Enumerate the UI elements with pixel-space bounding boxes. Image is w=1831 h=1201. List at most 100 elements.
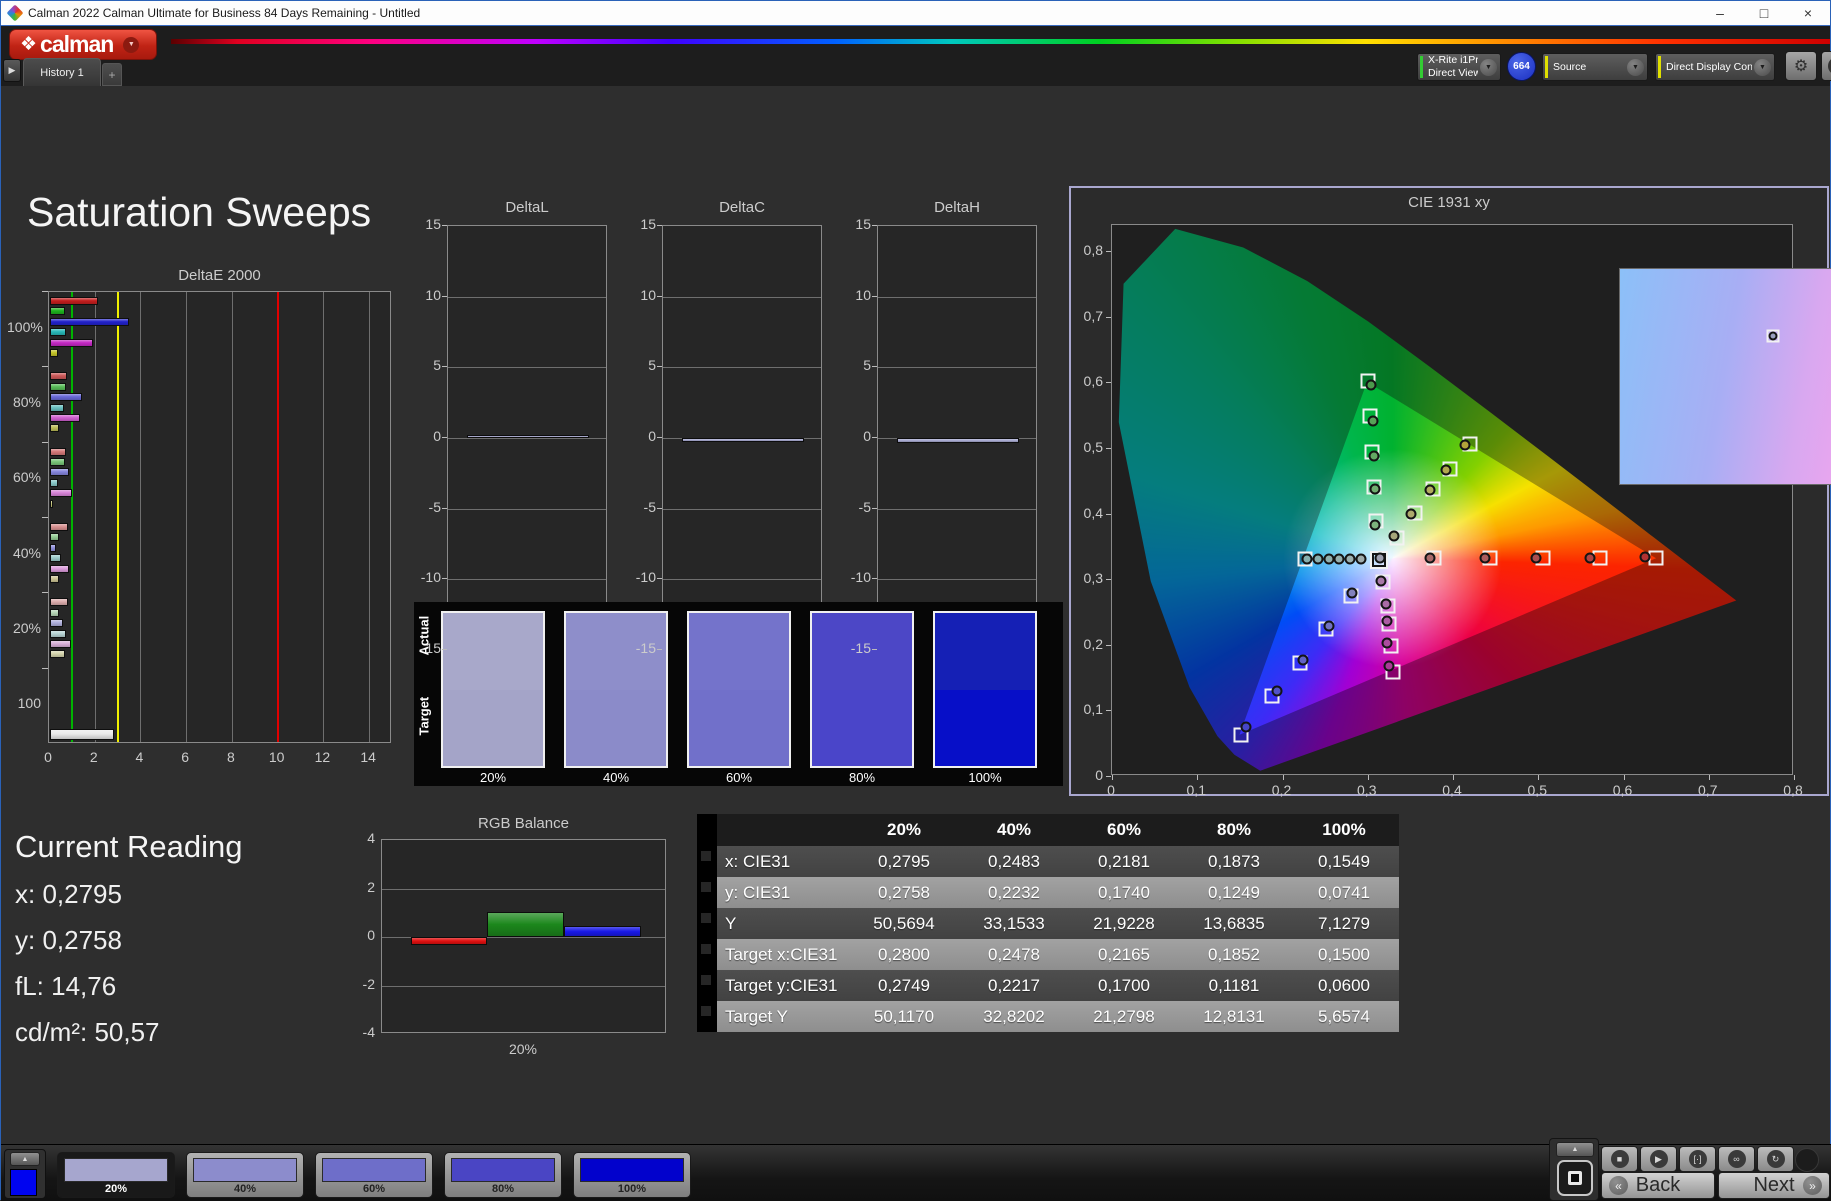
tab-history-1[interactable]: History 1 bbox=[23, 58, 101, 86]
window-pattern-icon bbox=[1568, 1171, 1582, 1185]
table-cell: 0,2749 bbox=[878, 975, 930, 995]
cie-measure-marker bbox=[1639, 551, 1651, 563]
deltae-bar bbox=[50, 317, 129, 326]
cie-measure-marker bbox=[1424, 484, 1436, 496]
table-gutter-cell bbox=[701, 851, 711, 861]
bottom-toolbar: ▲ ▲ « Back Next » 20% 40% 60% 80% 100% ■ ▶ [·] ∞… bbox=[1, 1138, 1831, 1201]
actual-target-swatch-strip: Actual Target 20% 40% 60% 80% 100% bbox=[414, 602, 1063, 786]
table-gutter-cell bbox=[701, 975, 711, 985]
rgb-balance-xlabel: 20% bbox=[508, 1041, 538, 1057]
current-reading-fl: fL: 14,76 bbox=[15, 971, 117, 1001]
meter-count-badge[interactable]: 664 bbox=[1507, 52, 1536, 81]
display-control-dropdown[interactable]: Direct Display Control ▼ bbox=[1655, 53, 1775, 81]
deltae-bar bbox=[50, 499, 53, 508]
close-button[interactable]: × bbox=[1786, 1, 1830, 25]
cie-y-tick-label: 0,3 bbox=[1083, 570, 1103, 587]
expand-up-button[interactable]: ▲ bbox=[10, 1152, 40, 1166]
deltaHPlot-y-tick bbox=[872, 366, 877, 368]
refresh-button[interactable]: ↻ bbox=[1757, 1146, 1794, 1172]
cie-measure-marker bbox=[1479, 552, 1491, 564]
pattern-swatch bbox=[580, 1158, 684, 1182]
table-row-label: Y bbox=[725, 913, 737, 933]
next-label: Next bbox=[1753, 1174, 1795, 1196]
next-button[interactable]: Next » bbox=[1718, 1172, 1830, 1199]
meter-status-accent bbox=[1420, 56, 1423, 78]
play-button[interactable]: ▶ bbox=[1640, 1146, 1677, 1172]
rgb-balance-title: RGB Balance bbox=[478, 815, 569, 832]
table-cell: 0,2165 bbox=[1098, 944, 1150, 964]
meter-dropdown[interactable]: X-Rite i1Pro 3 Direct View ▼ bbox=[1417, 53, 1501, 81]
deltae-x-tick-label: 4 bbox=[135, 749, 144, 765]
maximize-button[interactable]: □ bbox=[1742, 1, 1786, 25]
deltaCPlot-y-tick bbox=[657, 507, 662, 509]
deltae-bar bbox=[50, 297, 99, 305]
swatch-compare-box bbox=[933, 611, 1037, 768]
swatch-percent-label: 100% bbox=[968, 770, 1002, 785]
cie-measure-marker bbox=[1380, 598, 1392, 610]
swatch-percent-label: 80% bbox=[848, 770, 876, 785]
cie-x-tick-label: 0 bbox=[1107, 782, 1115, 798]
calman-window: { "window": { "title": "Calman 2022 Calm… bbox=[0, 0, 1831, 1201]
table-header-cell: 40% bbox=[996, 820, 1032, 839]
back-button[interactable]: « Back bbox=[1601, 1172, 1715, 1199]
pattern-swatch-label: 20% bbox=[104, 1183, 128, 1195]
cie-measure-marker bbox=[1440, 464, 1452, 476]
stop-button[interactable]: ■ bbox=[1601, 1146, 1638, 1172]
pattern-mode-tile: ▲ bbox=[1549, 1138, 1599, 1201]
app-logo-icon bbox=[6, 4, 24, 22]
table-cell: 0,1873 bbox=[1208, 851, 1260, 871]
cie-measure-marker bbox=[1301, 553, 1313, 565]
deltaLPlot-y-tick bbox=[442, 649, 447, 650]
layout-nav-arrow-button[interactable]: ▶ bbox=[3, 59, 21, 82]
add-tab-button[interactable]: + bbox=[102, 63, 122, 86]
pattern-swatch-button-20[interactable]: 20% bbox=[57, 1152, 175, 1198]
deltaCPlot-y-tick-label: -10 bbox=[635, 569, 656, 586]
table-cell: 0,1740 bbox=[1098, 882, 1150, 902]
deltae-group-label: 100% bbox=[7, 318, 43, 335]
pattern-swatch bbox=[322, 1158, 426, 1182]
cie-measure-marker bbox=[1367, 415, 1379, 427]
pattern-swatch-button-40[interactable]: 40% bbox=[186, 1152, 304, 1198]
rgb-y-tick-label: -4 bbox=[362, 1024, 375, 1040]
rgb-bar-r bbox=[410, 937, 488, 946]
pattern-swatch-button-60[interactable]: 60% bbox=[315, 1152, 433, 1198]
cie-chart bbox=[1106, 224, 1831, 780]
pattern-swatch-button-80[interactable]: 80% bbox=[444, 1152, 562, 1198]
current-pattern-swatch[interactable] bbox=[10, 1169, 37, 1196]
cie-x-tick bbox=[1623, 775, 1625, 780]
minimize-button[interactable]: – bbox=[1698, 1, 1742, 25]
deltaLPlot-gridline bbox=[448, 579, 606, 581]
window-pattern-button[interactable] bbox=[1557, 1160, 1593, 1196]
table-header-cell: 100% bbox=[1322, 820, 1366, 839]
collapse-panel-button[interactable]: ◀ bbox=[1821, 51, 1831, 81]
expand-up-button[interactable]: ▲ bbox=[1556, 1142, 1594, 1157]
deltaCPlot-gridline bbox=[663, 367, 821, 369]
deltaCPlot-y-tick-label: -15 bbox=[635, 640, 656, 656]
loop-button[interactable]: ∞ bbox=[1718, 1146, 1755, 1172]
deltaHPlot-gridline bbox=[878, 367, 1036, 369]
pattern-swatch-button-100[interactable]: 100% bbox=[573, 1152, 691, 1198]
titlebar: Calman 2022 Calman Ultimate for Business… bbox=[1, 1, 1830, 26]
swatch-percent-label: 60% bbox=[725, 770, 753, 785]
deltae-bar bbox=[50, 403, 65, 412]
bracket-button[interactable]: [·] bbox=[1679, 1146, 1716, 1172]
deltae-bar bbox=[50, 608, 60, 617]
deltaHPlot-y-tick bbox=[872, 437, 877, 438]
deltaLPlot-y-tick-label: 15 bbox=[425, 216, 441, 232]
deltae-reference-line bbox=[70, 292, 73, 742]
chevron-down-icon: ▼ bbox=[1627, 59, 1644, 76]
deltaLPlot-y-tick-label: 5 bbox=[433, 357, 441, 374]
window-controls: – □ × bbox=[1698, 1, 1830, 25]
deltae-bar bbox=[50, 424, 60, 433]
deltae-bar bbox=[50, 349, 58, 357]
deltae-bar bbox=[50, 639, 72, 648]
deltac-chart-title: DeltaC bbox=[719, 199, 765, 216]
settings-button[interactable]: ⚙ bbox=[1785, 51, 1817, 81]
calman-menu-button[interactable]: ❖ calman ▼ bbox=[9, 29, 157, 60]
source-dropdown[interactable]: Source ▼ bbox=[1542, 53, 1648, 81]
stop-icon: ■ bbox=[1610, 1150, 1629, 1168]
cie-x-tick bbox=[1197, 775, 1199, 780]
cie-x-tick bbox=[1112, 775, 1113, 780]
cie-y-tick-label: 0,5 bbox=[1083, 439, 1103, 456]
swatch-percent-label: 40% bbox=[602, 770, 630, 785]
